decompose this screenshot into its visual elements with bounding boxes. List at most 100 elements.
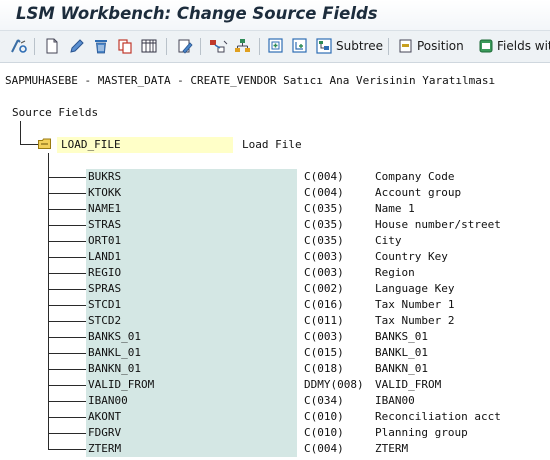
field-name[interactable]: SPRAS bbox=[88, 281, 121, 297]
field-name[interactable]: BANKS_01 bbox=[88, 329, 141, 345]
field-name[interactable]: BANKL_01 bbox=[88, 345, 141, 361]
field-name[interactable]: STCD1 bbox=[88, 297, 121, 313]
tree-connector bbox=[20, 144, 38, 145]
tree-connector bbox=[48, 209, 86, 210]
edit-icon[interactable] bbox=[176, 36, 194, 56]
field-type: C(035) bbox=[304, 202, 344, 215]
project-info-line: SAPMUHASEBE - MASTER_DATA - CREATE_VENDO… bbox=[5, 74, 496, 87]
tree-connector bbox=[48, 241, 86, 242]
field-row[interactable]: ORT01 C(035) City bbox=[0, 233, 550, 249]
tree-connector bbox=[48, 305, 86, 306]
field-row[interactable]: BANKN_01 C(018) BANKN_01 bbox=[0, 361, 550, 377]
position-button[interactable]: Position bbox=[398, 36, 464, 56]
field-type: DDMY(008) bbox=[304, 378, 364, 391]
tree-connector bbox=[48, 177, 86, 178]
field-name[interactable]: BANKN_01 bbox=[88, 361, 141, 377]
field-row[interactable]: SPRAS C(002) Language Key bbox=[0, 281, 550, 297]
change-icon[interactable] bbox=[68, 36, 86, 56]
move-icon[interactable] bbox=[208, 36, 228, 56]
field-type: C(003) bbox=[304, 330, 344, 343]
tree-connector bbox=[48, 289, 86, 290]
field-row[interactable]: BUKRS C(004) Company Code bbox=[0, 169, 550, 185]
position-icon bbox=[399, 39, 412, 53]
field-row[interactable]: STCD2 C(011) Tax Number 2 bbox=[0, 313, 550, 329]
field-name[interactable]: STCD2 bbox=[88, 313, 121, 329]
field-row[interactable]: ZTERM C(004) ZTERM bbox=[0, 441, 550, 457]
field-name[interactable]: NAME1 bbox=[88, 201, 121, 217]
field-row[interactable]: AKONT C(010) Reconciliation acct bbox=[0, 409, 550, 425]
tree-connector bbox=[20, 121, 21, 145]
tree-root-source-fields[interactable]: Source Fields bbox=[12, 105, 98, 121]
field-type: C(003) bbox=[304, 266, 344, 279]
insert-icon[interactable] bbox=[267, 36, 285, 56]
field-description: Language Key bbox=[375, 282, 455, 295]
field-name[interactable]: KTOKK bbox=[88, 185, 121, 201]
field-row[interactable]: IBAN00 C(034) IBAN00 bbox=[0, 393, 550, 409]
field-description: BANKS_01 bbox=[375, 330, 428, 343]
copy-icon[interactable] bbox=[116, 36, 134, 56]
field-name[interactable]: LAND1 bbox=[88, 249, 121, 265]
field-name[interactable]: REGIO bbox=[88, 265, 121, 281]
field-description: BANKL_01 bbox=[375, 346, 428, 359]
tree-connector bbox=[48, 273, 86, 274]
hierarchy-icon[interactable] bbox=[233, 36, 253, 56]
insert-subordinate-icon[interactable] bbox=[291, 36, 309, 56]
field-name[interactable]: BUKRS bbox=[88, 169, 121, 185]
field-name[interactable]: FDGRV bbox=[88, 425, 121, 441]
toggle-display-change-icon[interactable] bbox=[10, 36, 28, 56]
field-name[interactable]: AKONT bbox=[88, 409, 121, 425]
delete-icon[interactable] bbox=[92, 36, 110, 56]
field-type: C(011) bbox=[304, 314, 344, 327]
field-name[interactable]: ZTERM bbox=[88, 441, 121, 457]
field-type: C(003) bbox=[304, 250, 344, 263]
field-row[interactable]: VALID_FROM DDMY(008) VALID_FROM bbox=[0, 377, 550, 393]
create-icon[interactable] bbox=[44, 36, 60, 56]
tree-connector bbox=[48, 401, 86, 402]
field-description: Tax Number 2 bbox=[375, 314, 455, 327]
field-row[interactable]: BANKL_01 C(015) BANKL_01 bbox=[0, 345, 550, 361]
tree-connector bbox=[48, 433, 86, 434]
field-type: C(002) bbox=[304, 282, 344, 295]
subtree-icon bbox=[316, 38, 332, 54]
field-name[interactable]: STRAS bbox=[88, 217, 121, 233]
field-row[interactable]: BANKS_01 C(003) BANKS_01 bbox=[0, 329, 550, 345]
field-description: City bbox=[375, 234, 402, 247]
field-type: C(035) bbox=[304, 234, 344, 247]
tree-connector bbox=[48, 193, 86, 194]
field-description: Reconciliation acct bbox=[375, 410, 501, 423]
field-description: Planning group bbox=[375, 426, 468, 439]
field-description: Country Key bbox=[375, 250, 448, 263]
field-description: ZTERM bbox=[375, 442, 409, 455]
field-row[interactable]: LAND1 C(003) Country Key bbox=[0, 249, 550, 265]
toolbar-separator bbox=[200, 38, 201, 55]
field-description: Tax Number 1 bbox=[375, 298, 455, 311]
field-type: C(018) bbox=[304, 362, 344, 375]
field-name[interactable]: ORT01 bbox=[88, 233, 121, 249]
field-description: Name 1 bbox=[375, 202, 415, 215]
field-row[interactable]: STRAS C(035) House number/street bbox=[0, 217, 550, 233]
fields-with-label: Fields with bbox=[497, 39, 550, 53]
tree-connector bbox=[48, 337, 86, 338]
window-title: LSM Workbench: Change Source Fields bbox=[16, 4, 378, 23]
field-type: C(010) bbox=[304, 426, 344, 439]
field-row[interactable]: FDGRV C(010) Planning group bbox=[0, 425, 550, 441]
structure-name[interactable]: LOAD_FILE bbox=[61, 137, 121, 153]
fields-with-button[interactable]: Fields with bbox=[478, 36, 550, 56]
table-maintenance-icon[interactable] bbox=[140, 36, 158, 56]
field-row[interactable]: STCD1 C(016) Tax Number 1 bbox=[0, 297, 550, 313]
field-type: C(015) bbox=[304, 346, 344, 359]
subtree-button[interactable]: Subtree bbox=[315, 36, 383, 56]
toolbar-separator bbox=[259, 38, 260, 55]
field-type: C(004) bbox=[304, 170, 344, 183]
structure-folder-icon[interactable] bbox=[38, 138, 51, 149]
tree-connector bbox=[48, 369, 86, 370]
field-name[interactable]: IBAN00 bbox=[88, 393, 128, 409]
field-description: IBAN00 bbox=[375, 394, 415, 407]
field-name[interactable]: VALID_FROM bbox=[88, 377, 154, 393]
subtree-label: Subtree bbox=[336, 39, 383, 53]
field-type: C(035) bbox=[304, 218, 344, 231]
toolbar-separator bbox=[388, 38, 389, 55]
field-row[interactable]: NAME1 C(035) Name 1 bbox=[0, 201, 550, 217]
field-row[interactable]: REGIO C(003) Region bbox=[0, 265, 550, 281]
field-row[interactable]: KTOKK C(004) Account group bbox=[0, 185, 550, 201]
